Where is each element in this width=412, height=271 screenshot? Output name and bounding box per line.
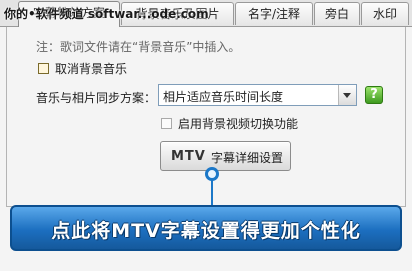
help-icon[interactable]: ? xyxy=(365,86,383,104)
chevron-down-icon[interactable] xyxy=(338,85,356,105)
callout-pointer-dot xyxy=(205,167,219,181)
mtv-subtitle-settings-button[interactable]: MTV 字幕详细设置 xyxy=(160,141,291,171)
sync-scheme-label: 音乐与相片同步方案： xyxy=(36,91,157,105)
site-watermark: 你的•软件频道 softwar...ode.com xyxy=(4,7,209,21)
bg-video-switch-checkbox[interactable] xyxy=(161,118,172,129)
callout-text: 点此将MTV字幕设置得更加个性化 xyxy=(51,220,361,242)
cancel-bg-music-label[interactable]: 取消背景音乐 xyxy=(55,60,127,77)
bg-video-switch-label[interactable]: 启用背景视频切换功能 xyxy=(178,115,298,132)
tab-watermark[interactable]: 水印 xyxy=(361,2,409,25)
sync-scheme-value: 相片适应音乐时间长度 xyxy=(163,90,284,104)
mtv-button-label: 字幕详细设置 xyxy=(211,151,284,165)
mtv-logo-icon: MTV xyxy=(171,149,206,164)
cancel-bg-music-checkbox[interactable] xyxy=(38,63,49,74)
sync-scheme-select[interactable]: 相片适应音乐时间长度 xyxy=(158,84,357,106)
tab-narration[interactable]: 旁白 xyxy=(314,2,360,25)
lyrics-note: 注：歌词文件请在“背景音乐”中插入。 xyxy=(36,40,241,54)
callout-banner: 点此将MTV字幕设置得更加个性化 xyxy=(10,205,402,251)
tab-name-notes[interactable]: 名字/注释 xyxy=(235,2,313,25)
